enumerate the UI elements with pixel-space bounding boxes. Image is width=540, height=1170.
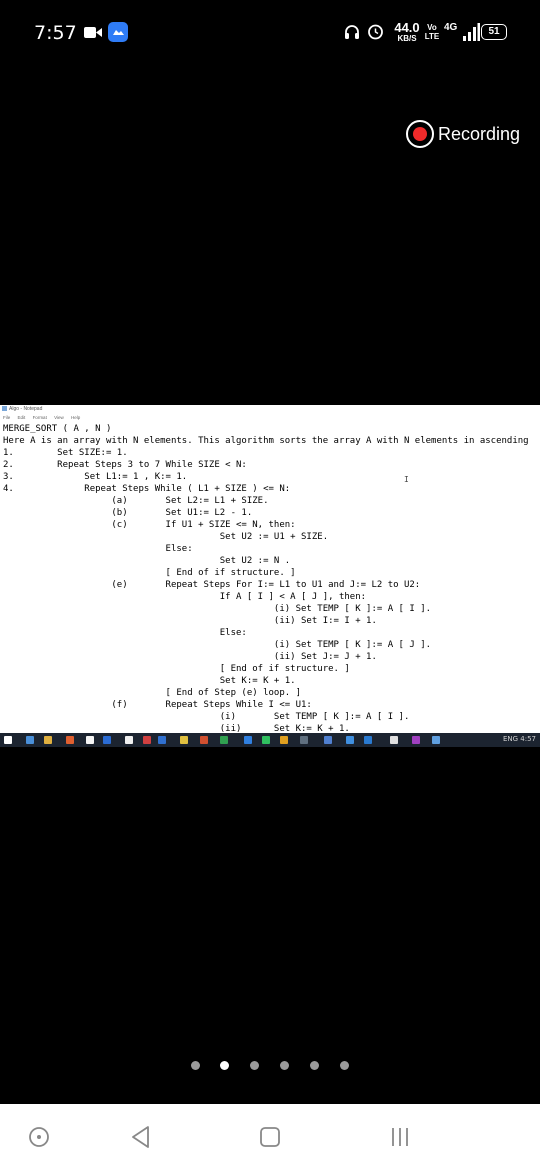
code-line: (c) If U1 + SIZE <= N, then: xyxy=(3,520,296,530)
taskbar-app-icon[interactable] xyxy=(412,736,420,744)
notepad-title: Algo - Notepad xyxy=(2,406,42,412)
cloud-app-icon xyxy=(108,22,128,42)
volte-indicator: Vo LTE xyxy=(424,23,440,41)
network-type: 4G xyxy=(444,22,458,33)
code-line: [ End of if structure. ] xyxy=(3,568,296,578)
code-line: (b) Set U1:= L2 - 1. xyxy=(3,508,253,518)
taskbar-app-icon[interactable] xyxy=(125,736,133,744)
system-tray: ENG 4:57 xyxy=(502,735,536,743)
back-triangle-icon[interactable] xyxy=(128,1124,154,1150)
page-dot[interactable] xyxy=(191,1061,200,1070)
record-icon xyxy=(406,120,434,148)
code-line: Set U2 := N . xyxy=(3,556,291,566)
code-line: Else: xyxy=(3,544,193,554)
taskbar-app-icon[interactable] xyxy=(262,736,270,744)
recording-label: Recording xyxy=(438,123,521,144)
taskbar-app-icon[interactable] xyxy=(324,736,332,744)
circle-assistant-icon[interactable] xyxy=(26,1124,52,1150)
menu-file[interactable]: File xyxy=(3,415,10,420)
taskbar-app-icon[interactable] xyxy=(346,736,354,744)
net-speed: 44.0 KB/S xyxy=(394,20,420,43)
status-time: 7:57 xyxy=(34,22,77,44)
notepad-screenshot: Algo - Notepad File Edit Format View Hel… xyxy=(0,405,540,747)
signal-bars-icon xyxy=(463,23,480,41)
taskbar-app-icon[interactable] xyxy=(44,736,52,744)
video-camera-icon xyxy=(84,27,102,38)
alarm-clock-icon xyxy=(368,24,383,40)
code-line: Set K:= K + 1. xyxy=(3,676,296,686)
taskbar-app-icon[interactable] xyxy=(158,736,166,744)
code-line: (ii) Set J:= J + 1. xyxy=(3,652,377,662)
code-line: 1. Set SIZE:= 1. xyxy=(3,448,128,458)
page-dot[interactable] xyxy=(310,1061,319,1070)
taskbar-app-icon[interactable] xyxy=(103,736,111,744)
taskbar-app-icon[interactable] xyxy=(200,736,208,744)
taskbar-app-icon[interactable] xyxy=(390,736,398,744)
battery-icon: 51 xyxy=(481,24,507,40)
menu-edit[interactable]: Edit xyxy=(18,415,26,420)
taskbar-app-icon[interactable] xyxy=(86,736,94,744)
recording-indicator[interactable]: Recording xyxy=(406,118,520,150)
taskbar-app-icon[interactable] xyxy=(143,736,151,744)
taskbar-app-icon[interactable] xyxy=(26,736,34,744)
code-line: 3. Set L1:= 1 , K:= 1. xyxy=(3,472,188,482)
menu-format[interactable]: Format xyxy=(33,415,47,420)
menu-help[interactable]: Help xyxy=(71,415,80,420)
taskbar-app-icon[interactable] xyxy=(66,736,74,744)
code-line: MERGE_SORT ( A , N ) xyxy=(3,424,112,434)
notepad-menubar: File Edit Format View Help xyxy=(3,415,86,420)
page-dot[interactable] xyxy=(280,1061,289,1070)
taskbar-app-icon[interactable] xyxy=(300,736,308,744)
code-line: If A [ I ] < A [ J ], then: xyxy=(3,592,367,602)
code-line: Here A is an array with N elements. This… xyxy=(3,436,529,446)
taskbar-app-icon[interactable] xyxy=(4,736,12,744)
code-line: (e) Repeat Steps For I:= L1 to U1 and J:… xyxy=(3,580,421,590)
taskbar-app-icon[interactable] xyxy=(432,736,440,744)
code-line: Else: xyxy=(3,628,247,638)
taskbar-app-icon[interactable] xyxy=(244,736,252,744)
code-line: (i) Set TEMP [ K ]:= A [ I ]. xyxy=(3,604,432,614)
code-line: (f) Repeat Steps While I <= U1: xyxy=(3,700,312,710)
status-bar: 7:57 44.0 KB/S Vo LTE 4G 51 xyxy=(0,0,540,66)
code-line: (i) Set TEMP [ K ]:= A [ I ]. xyxy=(3,712,410,722)
notepad-icon xyxy=(2,406,7,412)
headset-icon xyxy=(345,25,359,39)
windows-taskbar: ENG 4:57 xyxy=(0,733,540,747)
code-line: (ii) Set I:= I + 1. xyxy=(3,616,377,626)
code-line: (a) Set L2:= L1 + SIZE. xyxy=(3,496,269,506)
code-line: [ End of if structure. ] xyxy=(3,664,350,674)
taskbar-app-icon[interactable] xyxy=(280,736,288,744)
code-line: 2. Repeat Steps 3 to 7 While SIZE < N: xyxy=(3,460,247,470)
navigation-bar xyxy=(0,1104,540,1170)
page-dot[interactable] xyxy=(220,1061,229,1070)
code-line: Set U2 := U1 + SIZE. xyxy=(3,532,329,542)
taskbar-app-icon[interactable] xyxy=(180,736,188,744)
recents-lines-icon[interactable] xyxy=(387,1124,413,1150)
page-dot[interactable] xyxy=(340,1061,349,1070)
code-line: 4. Repeat Steps While ( L1 + SIZE ) <= N… xyxy=(3,484,291,494)
code-line: [ End of Step (e) loop. ] xyxy=(3,688,302,698)
page-dot[interactable] xyxy=(250,1061,259,1070)
page-indicator xyxy=(0,1060,540,1072)
menu-view[interactable]: View xyxy=(54,415,64,420)
text-cursor-icon: I xyxy=(404,475,409,484)
taskbar-app-icon[interactable] xyxy=(364,736,372,744)
home-square-icon[interactable] xyxy=(257,1124,283,1150)
code-line: (i) Set TEMP [ K ]:= A [ J ]. xyxy=(3,640,432,650)
taskbar-app-icon[interactable] xyxy=(220,736,228,744)
